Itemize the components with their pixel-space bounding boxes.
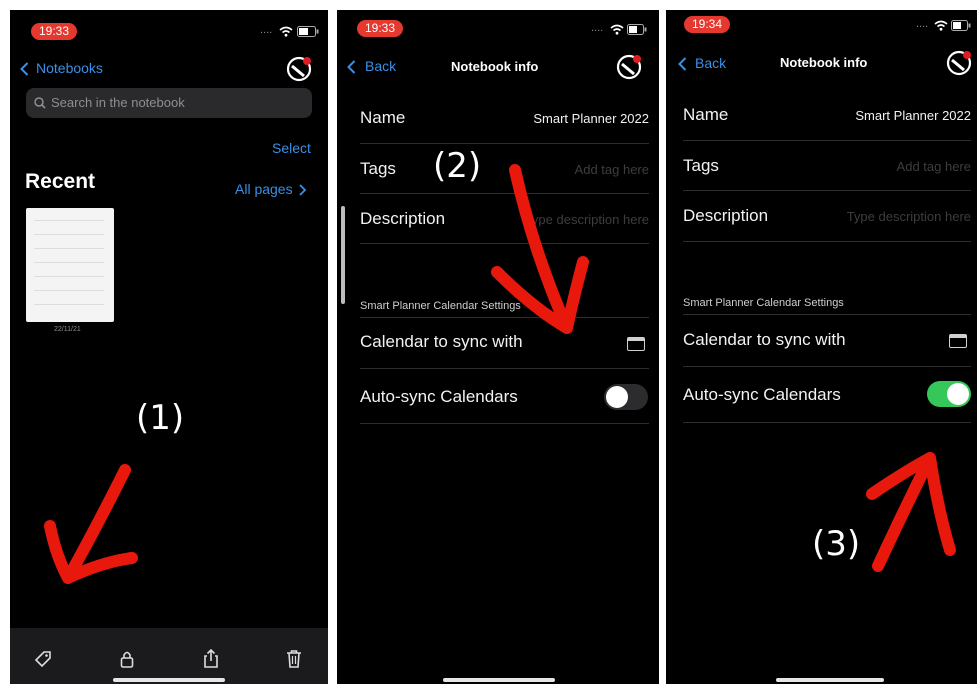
home-indicator bbox=[776, 678, 884, 682]
tag-icon[interactable] bbox=[34, 650, 52, 668]
annotation-arrow bbox=[491, 164, 589, 334]
home-indicator bbox=[113, 678, 225, 682]
annotation-arrow bbox=[44, 464, 138, 584]
screen-notebook-info-before: 19:33 .... Back Notebook info Name Smart… bbox=[337, 10, 659, 684]
lock-icon[interactable] bbox=[120, 650, 134, 668]
screen-notebook-overview: 19:33 .... Notebooks Search in the noteb… bbox=[10, 10, 328, 684]
trash-icon[interactable] bbox=[286, 649, 302, 668]
bottom-toolbar bbox=[10, 628, 328, 684]
home-indicator bbox=[443, 678, 555, 682]
annotation-arrow bbox=[866, 452, 956, 572]
share-icon[interactable] bbox=[203, 648, 219, 668]
screen-notebook-info-after: 19:34 .... Back Notebook info Name Smart… bbox=[666, 10, 977, 684]
